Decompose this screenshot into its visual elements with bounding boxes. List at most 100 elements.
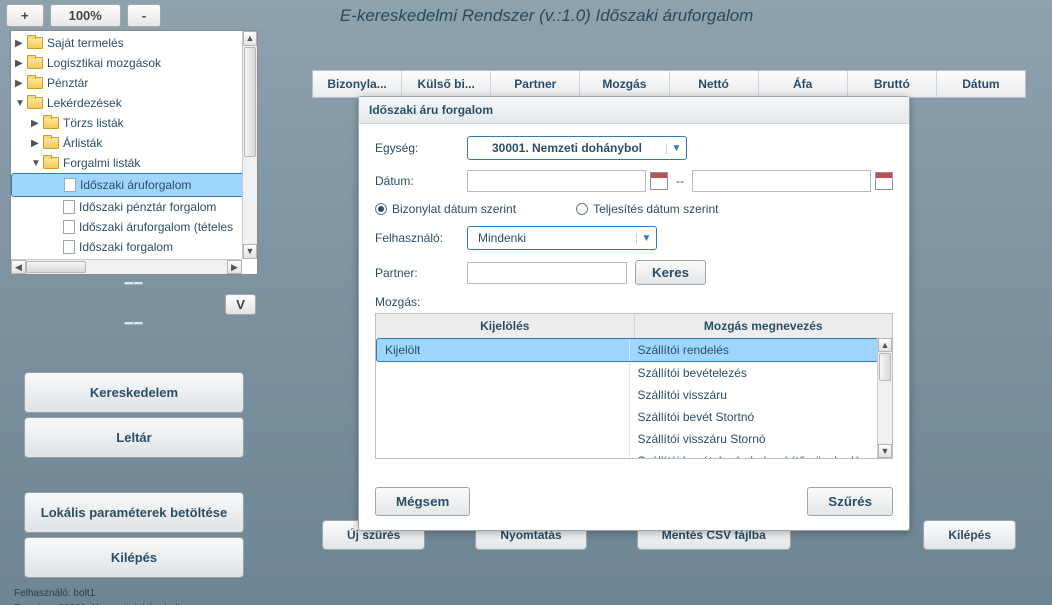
scroll-thumb[interactable]	[26, 261, 86, 273]
keres-button[interactable]: Keres	[635, 260, 706, 285]
tree-item-label: Időszaki áruforgalom (tételes	[79, 220, 233, 234]
grid-header-col[interactable]: Partner	[491, 71, 580, 97]
user-select[interactable]: Mindenki ▼	[467, 226, 657, 250]
grid-header-col[interactable]: Bruttó	[848, 71, 937, 97]
calendar-icon[interactable]	[875, 172, 893, 190]
megsem-button[interactable]: Mégsem	[375, 487, 470, 516]
tree-item[interactable]: Időszaki áruforgalom (tételes	[11, 217, 257, 237]
folder-icon	[27, 97, 43, 109]
zoom-out-button[interactable]: -	[127, 4, 161, 27]
chevron-down-icon: ▼	[636, 233, 656, 244]
mozgas-row[interactable]: Szállítói visszáru Stornó	[376, 428, 892, 450]
tree-item-selected[interactable]: Időszaki áruforgalom	[11, 173, 257, 197]
tree-item[interactable]: Árlisták	[11, 133, 257, 153]
tree-item-label: Törzs listák	[63, 116, 124, 130]
mozgas-cell: Kijelölt	[377, 339, 630, 361]
scroll-right-icon[interactable]: ▶	[227, 260, 242, 274]
mozgas-cell	[376, 384, 630, 406]
tree-item-label: Időszaki áruforgalom	[80, 178, 191, 192]
mozgas-scrollbar[interactable]: ▲ ▼	[877, 338, 892, 458]
scroll-thumb[interactable]	[879, 353, 891, 381]
scroll-thumb[interactable]	[244, 47, 256, 157]
mozgas-cell	[376, 406, 630, 428]
navigation-tree[interactable]: Saját termelés Logisztikai mozgások Pénz…	[10, 30, 258, 275]
splitter-grip[interactable]: ━━	[10, 315, 258, 334]
document-icon	[63, 200, 75, 214]
mozgas-row[interactable]: Szállítói bevételezés helyesbítő növeked…	[376, 450, 892, 458]
tree-item[interactable]: Pénztár	[11, 73, 257, 93]
document-icon	[63, 220, 75, 234]
lokalis-parameterek-button[interactable]: Lokális paraméterek betöltése	[24, 492, 244, 533]
tree-item-label: Árlisták	[63, 136, 102, 150]
mozgas-row[interactable]: KijelöltSzállítói rendelés	[376, 338, 892, 362]
mozgas-header-megnevezes[interactable]: Mozgás megnevezés	[635, 314, 893, 338]
partner-input[interactable]	[467, 262, 627, 284]
grid-header-col[interactable]: Mozgás	[580, 71, 669, 97]
mozgas-cell: Szállítói visszáru	[630, 384, 893, 406]
mozgas-cell: Szállítói bevételezés	[630, 362, 893, 384]
grid-header-col[interactable]: Dátum	[937, 71, 1025, 97]
tree-item-label: Lekérdezések	[47, 96, 122, 110]
splitter-grip[interactable]: ━━	[10, 275, 258, 294]
document-icon	[63, 240, 75, 254]
zoom-level-button[interactable]: 100%	[50, 4, 121, 27]
status-user-label: Felhasználó:	[14, 588, 71, 599]
tree-item[interactable]: Időszaki forgalom	[11, 237, 257, 257]
folder-icon	[43, 117, 59, 129]
v-button[interactable]: V	[225, 294, 256, 315]
grid-header-col[interactable]: Nettó	[670, 71, 759, 97]
grid-header-col[interactable]: Bizonyla...	[313, 71, 402, 97]
scroll-down-icon[interactable]: ▼	[878, 444, 892, 458]
leltar-button[interactable]: Leltár	[24, 417, 244, 458]
radio-bizonylat[interactable]: Bizonylat dátum szerint	[375, 202, 516, 216]
tree-item-label: Időszaki pénztár forgalom	[79, 200, 216, 214]
tree-item[interactable]: Időszaki pénztár forgalom	[11, 197, 257, 217]
radio-teljesites[interactable]: Teljesítés dátum szerint	[576, 202, 718, 216]
folder-icon	[43, 157, 59, 169]
tree-item-label: Saját termelés	[47, 36, 124, 50]
date-from-input[interactable]	[467, 170, 646, 192]
user-label: Felhasználó:	[375, 231, 467, 245]
grid-header-col[interactable]: Külső bi...	[402, 71, 491, 97]
mozgas-row[interactable]: Szállítói bevét Stortnó	[376, 406, 892, 428]
kilepes-button[interactable]: Kilépés	[24, 537, 244, 578]
unit-select-value: 30001. Nemzeti dohánybol	[468, 141, 666, 155]
tree-item[interactable]: Logisztikai mozgások	[11, 53, 257, 73]
kereskedelem-button[interactable]: Kereskedelem	[24, 372, 244, 413]
kilepes-main-button[interactable]: Kilépés	[923, 520, 1016, 550]
tree-item[interactable]: Forgalmi listák	[11, 153, 257, 173]
mozgas-cell	[376, 428, 630, 450]
unit-select[interactable]: 30001. Nemzeti dohánybol ▼	[467, 136, 687, 160]
tree-horizontal-scrollbar[interactable]: ◀▶	[11, 259, 242, 274]
zoom-in-button[interactable]: +	[6, 4, 44, 27]
status-bar: Felhasználó: bolt1 Egység: 30001. Nemzet…	[10, 582, 258, 605]
date-to-input[interactable]	[692, 170, 871, 192]
scroll-up-icon[interactable]: ▲	[878, 338, 892, 352]
filter-dialog: Időszaki áru forgalom Egység: 30001. Nem…	[358, 96, 910, 531]
szures-button[interactable]: Szűrés	[807, 487, 893, 516]
scroll-left-icon[interactable]: ◀	[11, 260, 26, 274]
tree-item-label: Forgalmi listák	[63, 156, 140, 170]
folder-icon	[27, 57, 43, 69]
tree-item-label: Logisztikai mozgások	[47, 56, 161, 70]
mozgas-header-kijeloles[interactable]: Kijelölés	[376, 314, 635, 338]
calendar-icon[interactable]	[650, 172, 668, 190]
mozgas-cell: Szállítói bevét Stortnó	[630, 406, 893, 428]
chevron-down-icon: ▼	[666, 143, 686, 154]
user-select-value: Mindenki	[468, 231, 636, 245]
tree-item[interactable]: Saját termelés	[11, 33, 257, 53]
mozgas-row[interactable]: Szállítói bevételezés	[376, 362, 892, 384]
mozgas-row[interactable]: Szállítói visszáru	[376, 384, 892, 406]
partner-label: Partner:	[375, 266, 467, 280]
tree-vertical-scrollbar[interactable]: ▲ ▼	[242, 31, 257, 259]
scroll-up-icon[interactable]: ▲	[243, 31, 257, 46]
date-label: Dátum:	[375, 174, 467, 188]
app-title: E-kereskedelmi Rendszer (v.:1.0) Időszak…	[167, 6, 1046, 26]
scroll-down-icon[interactable]: ▼	[243, 244, 257, 259]
radio-icon	[375, 203, 387, 215]
tree-item[interactable]: Lekérdezések	[11, 93, 257, 113]
tree-item[interactable]: Törzs listák	[11, 113, 257, 133]
grid-header-col[interactable]: Áfa	[759, 71, 848, 97]
folder-icon	[27, 77, 43, 89]
mozgas-grid: Kijelölés Mozgás megnevezés KijelöltSzál…	[375, 313, 893, 459]
